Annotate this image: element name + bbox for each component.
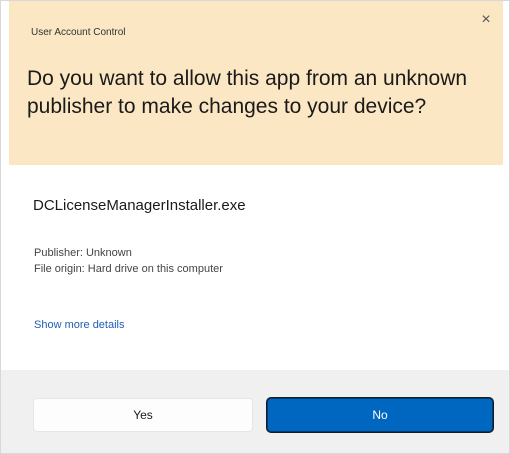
no-button[interactable]: No <box>267 398 493 432</box>
uac-dialog: User Account Control × Do you want to al… <box>0 0 510 454</box>
yes-button[interactable]: Yes <box>33 398 253 432</box>
show-more-details-link[interactable]: Show more details <box>34 319 125 331</box>
origin-text: File origin: Hard drive on this computer <box>34 263 223 275</box>
dialog-title: User Account Control <box>31 27 126 38</box>
close-icon[interactable]: × <box>477 11 495 29</box>
app-filename: DCLicenseManagerInstaller.exe <box>33 197 246 214</box>
app-meta: Publisher: Unknown File origin: Hard dri… <box>34 245 223 277</box>
uac-question: Do you want to allow this app from an un… <box>27 67 468 118</box>
uac-footer: Yes No <box>1 370 509 453</box>
uac-header: User Account Control × Do you want to al… <box>9 1 503 165</box>
publisher-text: Publisher: Unknown <box>34 247 132 259</box>
uac-body: DCLicenseManagerInstaller.exe Publisher:… <box>9 165 503 370</box>
